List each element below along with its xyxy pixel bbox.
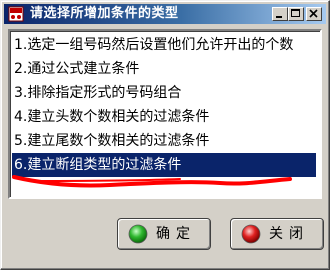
ok-button[interactable]: 确定 (117, 218, 211, 250)
green-circle-icon (128, 224, 148, 244)
condition-type-list[interactable]: 1.选定一组号码然后设置他们允许开出的个数 2.通过公式建立条件 3.排除指定形… (8, 29, 322, 199)
close-icon (309, 9, 318, 18)
minimize-button[interactable] (272, 7, 288, 21)
maximize-button[interactable] (288, 7, 304, 21)
window-title: 请选择所增加条件的类型 (30, 6, 179, 21)
close-dialog-button[interactable]: 关闭 (230, 218, 324, 250)
close-button[interactable] (306, 7, 322, 21)
maximize-icon (291, 9, 300, 17)
close-button-label: 关闭 (269, 226, 309, 242)
title-bar[interactable]: 请选择所增加条件的类型 (4, 4, 326, 24)
red-underline-annotation (12, 175, 292, 188)
dialog-window: 请选择所增加条件的类型 1.选定一组号码然后设置他们允许开出的个数 2.通过公式… (0, 0, 330, 270)
ok-button-label: 确定 (156, 226, 196, 242)
app-icon (8, 6, 24, 22)
red-circle-icon (241, 224, 261, 244)
minimize-icon (276, 16, 282, 18)
